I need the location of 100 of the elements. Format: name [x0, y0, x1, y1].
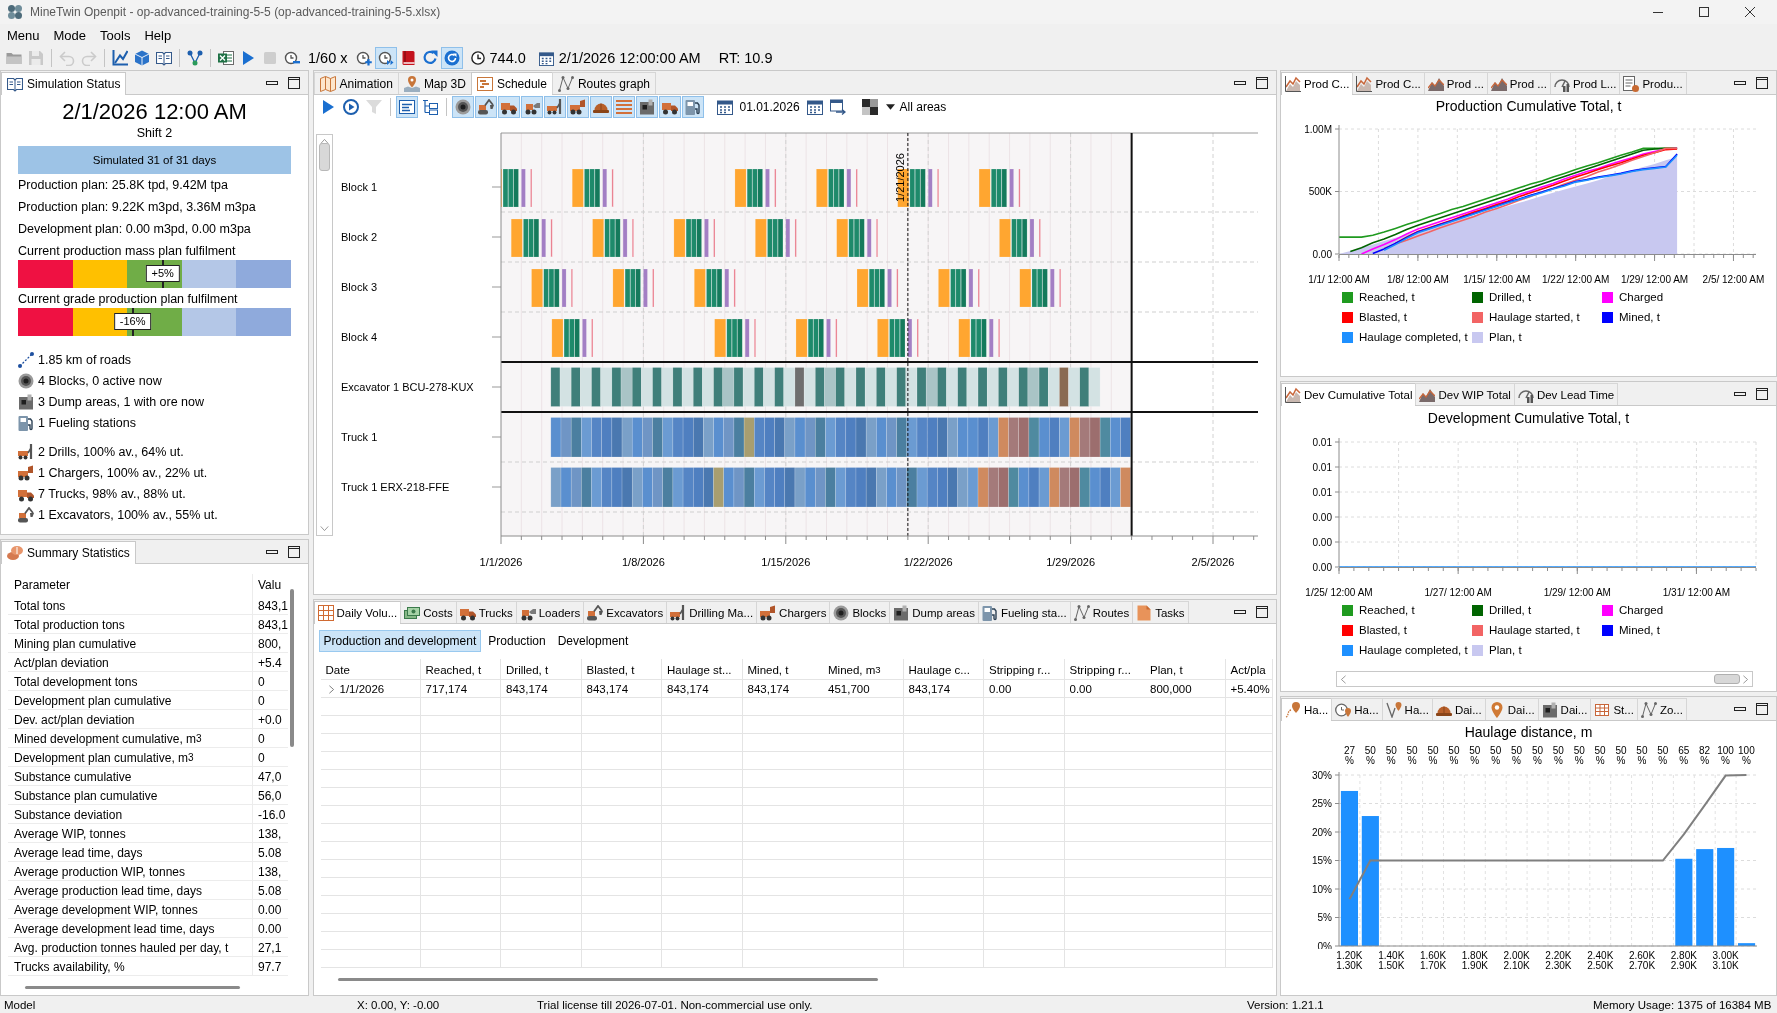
panel-tab[interactable]: Zo... [1636, 698, 1687, 720]
axis-label: 2.80K 2.90K [1669, 951, 1698, 971]
horizontal-scrollbar[interactable] [25, 986, 240, 989]
panel-tab[interactable]: Prod C... [1281, 72, 1354, 95]
panel-tab[interactable]: Dump areas [889, 601, 979, 623]
calendar-icon [538, 50, 554, 66]
maximize-button[interactable] [1754, 74, 1770, 91]
view-tab[interactable]: Development [552, 630, 634, 652]
area-filter-dropdown[interactable]: All areas [881, 96, 951, 117]
horizontal-scrollbar[interactable] [337, 978, 878, 981]
panel-tab[interactable]: Produ... [1619, 72, 1687, 94]
area-chart-icon [1285, 76, 1301, 92]
legend-label: Drilled, t [1489, 604, 1532, 616]
panel-tab[interactable]: Animation [313, 72, 399, 94]
filter-toggle[interactable] [520, 95, 543, 118]
table-cell-text: 0.00 [1068, 682, 1093, 697]
panel-tab[interactable]: Loaders [515, 601, 585, 623]
menu-item[interactable]: Menu [0, 25, 47, 45]
filter-toggle[interactable] [497, 95, 520, 118]
axis-label: 1.80K 1.90K [1460, 951, 1489, 971]
maximize-button[interactable] [1754, 700, 1770, 717]
panel-tab[interactable]: Daily Volu... [313, 601, 402, 624]
building-icon [638, 98, 655, 115]
chevron-right-icon[interactable] [328, 684, 334, 694]
panel-tab[interactable]: Prod C... [1352, 72, 1425, 94]
calendar-arrow-icon [829, 98, 846, 115]
maximize-button[interactable] [1253, 603, 1270, 620]
panel-tab[interactable]: Costs [400, 601, 457, 623]
filter-toggle[interactable] [612, 95, 635, 118]
panel-tab[interactable]: Map 3D [397, 72, 472, 94]
filter-toggle[interactable] [543, 95, 566, 118]
filter-toggle[interactable] [681, 95, 704, 118]
table-cell-text: Trucks availability, % [13, 958, 126, 976]
axis-label: 0.00 [1312, 511, 1332, 523]
panel-tab[interactable]: Dai... [1537, 698, 1592, 720]
legend-label: Reached, t [1359, 291, 1415, 303]
panel-tab[interactable]: Tasks [1132, 601, 1189, 623]
legend-label: Reached, t [1359, 604, 1415, 616]
toolbar-button[interactable] [440, 47, 463, 69]
panel-tab[interactable]: Excavators [583, 601, 668, 623]
maximize-button[interactable] [1754, 385, 1770, 402]
panel-tab[interactable]: Fueling sta... [977, 601, 1071, 623]
panel-tab[interactable]: Chargers [756, 601, 831, 623]
filter-toggle[interactable] [451, 95, 474, 118]
panel-tab[interactable]: Routes graph [551, 72, 656, 94]
real-time-label: RT: 10.9 [717, 50, 774, 66]
panel-tab[interactable]: Drilling Ma... [666, 601, 758, 623]
menu-item[interactable]: Help [137, 25, 179, 45]
road-icon [18, 351, 34, 368]
scroll-thumb[interactable] [318, 143, 330, 171]
service-truck-icon [760, 604, 777, 621]
vertical-scrollbar[interactable] [290, 589, 294, 747]
toolbar-button[interactable] [395, 95, 418, 118]
checker-icon [861, 98, 878, 115]
view-tab[interactable]: Production [483, 630, 551, 652]
panel-tab[interactable]: Prod ... [1486, 72, 1551, 94]
filter-icon [365, 98, 382, 115]
value-label: 50 % [1551, 746, 1565, 766]
panel-tab[interactable]: Ha... [1331, 698, 1383, 720]
panel-tab[interactable]: Prod L... [1549, 72, 1621, 94]
filter-toggle[interactable] [566, 95, 589, 118]
filter-toggle[interactable] [658, 95, 681, 118]
table-cell-text: +0.0 [257, 711, 283, 729]
scroll-thumb[interactable] [1714, 674, 1740, 684]
panel-tab[interactable]: Schedule [470, 72, 553, 95]
maximize-button[interactable] [286, 543, 302, 560]
menu-item[interactable]: Mode [46, 25, 94, 45]
table-cell-text: 0 [257, 692, 266, 710]
table-cell-text: 97.7 [257, 958, 283, 976]
table-cell-text: 0 [257, 749, 266, 767]
panel-tab[interactable]: Prod ... [1423, 72, 1488, 94]
axis-label: 1/29/ 12:00 AM [1620, 274, 1689, 285]
legend-label: Blasted, t [1359, 624, 1407, 636]
table-cell-text: Development plan cumulative [13, 692, 173, 710]
network-icon [187, 50, 203, 66]
toolbar-button[interactable] [374, 47, 397, 69]
panel-tab[interactable]: Trucks [455, 601, 517, 623]
panel-tab[interactable]: Blocks [829, 601, 891, 623]
maximize-button[interactable] [286, 74, 302, 91]
panel-tab[interactable]: Simulation Status [1, 72, 127, 95]
close-icon [1745, 7, 1755, 17]
vertical-scrollbar[interactable] [315, 134, 333, 536]
panel-tab[interactable]: Dai... [1484, 698, 1539, 720]
filter-toggle[interactable] [589, 95, 612, 118]
horizontal-scrollbar[interactable] [1336, 671, 1753, 687]
panel-tab[interactable]: Dev WIP Total [1415, 383, 1515, 405]
table-cell-text: Mining plan cumulative [13, 635, 138, 653]
panel-tab[interactable]: Routes [1069, 601, 1134, 623]
panel-tab[interactable]: Ha... [1381, 698, 1433, 720]
panel-tab[interactable]: Summary Statistics [1, 541, 136, 564]
view-tab[interactable]: Production and development [318, 630, 482, 652]
filter-toggle[interactable] [474, 95, 497, 118]
table-cell-text: Average development lead time, days [13, 920, 216, 938]
panel-tab[interactable]: Ha... [1281, 698, 1333, 721]
filter-toggle[interactable] [635, 95, 658, 118]
panel-tab[interactable]: Dev Cumulative Total [1281, 383, 1417, 406]
menu-item[interactable]: Tools [93, 25, 138, 45]
table-cell-text: 138, [257, 863, 283, 881]
maximize-button[interactable] [1253, 74, 1270, 91]
panel-tab[interactable]: Dev Lead Time [1513, 383, 1619, 405]
